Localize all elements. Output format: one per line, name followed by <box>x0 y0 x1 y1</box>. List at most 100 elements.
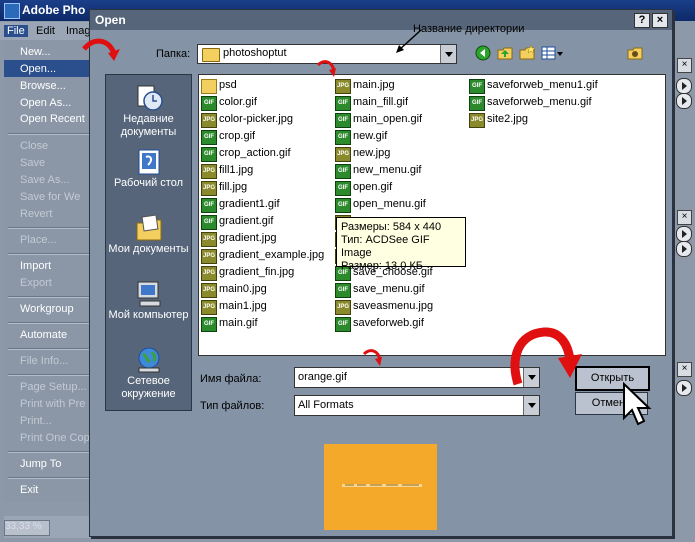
mouse-cursor-icon <box>623 382 652 426</box>
file-menu-item[interactable]: Workgroup <box>20 303 74 315</box>
annotation-folder-name: Название директории <box>413 23 525 35</box>
back-icon[interactable] <box>474 44 492 62</box>
place-my-computer[interactable]: Мой компьютер <box>106 279 191 322</box>
file-name: fill.jpg <box>219 181 248 193</box>
up-folder-icon[interactable] <box>496 44 514 62</box>
file-name: crop_action.gif <box>219 147 291 159</box>
gif-file-icon: GIF <box>201 317 217 332</box>
gif-file-icon: GIF <box>335 113 351 128</box>
chevron-down-icon[interactable] <box>440 45 456 63</box>
palette-close-icon[interactable]: × <box>677 362 692 377</box>
place-recent[interactable]: Недавние документы <box>106 83 191 139</box>
help-button[interactable]: ? <box>634 13 650 28</box>
jpg-file-icon: JPG <box>201 249 217 264</box>
file-menu-item[interactable]: Jump To <box>20 458 61 470</box>
file-name: saveasmenu.jpg <box>353 300 434 312</box>
folder-icon <box>201 79 217 94</box>
file-menu-item[interactable]: Exit <box>20 484 38 496</box>
gif-file-icon: GIF <box>201 215 217 230</box>
image-preview <box>324 444 437 530</box>
palette-arrow-button[interactable] <box>676 93 692 109</box>
file-name: save_menu.gif <box>353 283 425 295</box>
view-menu-icon[interactable] <box>540 44 564 62</box>
place-desktop[interactable]: Рабочий стол <box>106 147 191 190</box>
file-name-input[interactable]: orange.gif <box>294 367 540 388</box>
menu-separator <box>8 451 96 453</box>
file-name: saveforweb.gif <box>353 317 424 329</box>
place-network[interactable]: Сетевое окружение <box>106 345 191 401</box>
open-dialog: Open ? × Папка: photoshoptut Недавние до… <box>82 9 673 537</box>
file-menu-item: Save As... <box>20 174 70 186</box>
jpg-file-icon: JPG <box>201 181 217 196</box>
gif-file-icon: GIF <box>335 164 351 179</box>
gif-file-icon: GIF <box>335 181 351 196</box>
gif-file-icon: GIF <box>469 96 485 111</box>
jpg-file-icon: JPG <box>335 79 351 94</box>
file-type-value: All Formats <box>298 399 354 411</box>
gif-file-icon: GIF <box>201 130 217 145</box>
file-name: gradient1.gif <box>219 198 280 210</box>
file-menu-item: Print One Cop <box>20 432 90 444</box>
photoshop-palette-strip <box>672 40 695 542</box>
tooltip-dimensions: Размеры: 584 x 440 <box>341 221 442 233</box>
file-name: main.jpg <box>353 79 395 91</box>
red-arrow-icon <box>316 60 336 77</box>
palette-close-icon[interactable]: × <box>677 58 692 73</box>
file-type-combo[interactable]: All Formats <box>294 395 540 416</box>
file-name-label: Имя файла: <box>200 373 262 385</box>
file-menu-item[interactable]: Automate <box>20 329 67 341</box>
palette-arrow-button[interactable] <box>676 226 692 242</box>
place-label: Мои документы <box>108 243 189 255</box>
place-label: Сетевое окружение <box>121 375 176 400</box>
photoshop-title: Adobe Pho <box>22 3 86 17</box>
menu-file[interactable]: File <box>4 25 28 37</box>
file-name: main_open.gif <box>353 113 423 125</box>
new-folder-icon[interactable] <box>518 44 536 62</box>
gif-file-icon: GIF <box>469 79 485 94</box>
file-menu-item[interactable]: Browse... <box>20 80 66 92</box>
file-name: new.gif <box>353 130 388 142</box>
file-menu-item: Save for We <box>20 191 81 203</box>
file-menu-item[interactable]: Import <box>20 260 51 272</box>
preview-thumbnail-graphic <box>342 484 422 487</box>
network-icon <box>138 347 159 373</box>
tooltip-type: Тип: ACDSee GIF Image <box>341 234 430 259</box>
file-menu-item: Place... <box>20 234 57 246</box>
palette-arrow-button[interactable] <box>676 380 692 396</box>
palette-arrow-button[interactable] <box>676 241 692 257</box>
gif-file-icon: GIF <box>335 198 351 213</box>
file-name: new_menu.gif <box>353 164 422 176</box>
place-label: Недавние документы <box>120 113 177 138</box>
chevron-down-icon[interactable] <box>523 396 539 415</box>
jpg-file-icon: JPG <box>335 147 351 162</box>
palette-close-icon[interactable]: × <box>677 210 692 225</box>
palette-arrow-button[interactable] <box>676 78 692 94</box>
file-menu-item[interactable]: Open... <box>20 63 56 75</box>
file-name: color-picker.jpg <box>219 113 293 125</box>
zoom-field[interactable]: 33,33 % <box>4 520 50 536</box>
file-name: saveforweb_menu1.gif <box>487 79 598 91</box>
file-menu-item[interactable]: Open As... <box>20 97 71 109</box>
close-button[interactable]: × <box>652 13 668 28</box>
file-name: gradient.gif <box>219 215 274 227</box>
menu-separator <box>8 296 96 298</box>
file-list[interactable]: psd GIF color.gif JPG color-picker.jpg GIF cro… <box>198 74 666 356</box>
file-name: gradient_fin.jpg <box>219 266 295 278</box>
file-menu-item[interactable]: Open Recent <box>20 113 85 125</box>
gif-file-icon: GIF <box>201 198 217 213</box>
desktop-icon <box>138 149 159 175</box>
gif-file-icon: GIF <box>335 283 351 298</box>
menu-edit[interactable]: Edit <box>36 25 55 37</box>
file-name: color.gif <box>219 96 257 108</box>
file-name: crop.gif <box>219 130 256 142</box>
file-type-label: Тип файлов: <box>200 400 265 412</box>
jpg-file-icon: JPG <box>335 300 351 315</box>
look-in-value: photoshoptut <box>223 47 287 59</box>
file-menu-item: Close <box>20 140 49 152</box>
file-name: main_fill.gif <box>353 96 409 108</box>
gif-file-icon: GIF <box>201 147 217 162</box>
file-name: main1.jpg <box>219 300 267 312</box>
place-my-documents[interactable]: Мои документы <box>106 213 191 256</box>
favorites-folder-icon[interactable] <box>626 44 644 62</box>
file-menu-item[interactable]: New... <box>20 46 51 58</box>
